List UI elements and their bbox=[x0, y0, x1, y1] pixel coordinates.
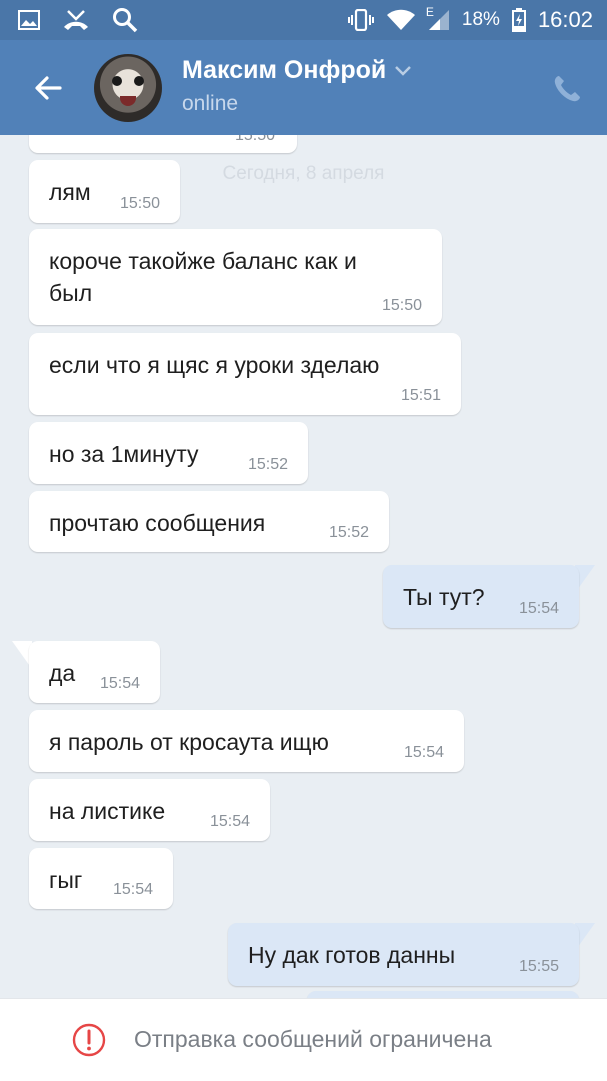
network-type-label: E bbox=[425, 5, 434, 19]
message-text: но за 1минуту bbox=[49, 441, 199, 467]
message-text: прочтаю сообщения bbox=[49, 510, 266, 536]
image-icon bbox=[18, 10, 40, 30]
battery-icon bbox=[511, 8, 526, 32]
message-list[interactable]: Сегодня, 8 апреля 15:50 лям 15:50 короче… bbox=[0, 135, 607, 998]
message-time: 15:52 bbox=[328, 524, 369, 541]
message-text: я пароль от кросаута ищю bbox=[49, 729, 329, 755]
message-bubble[interactable]: если что я щяс я уроки зделаю 15:51 bbox=[29, 333, 461, 415]
message-bubble-outgoing-partial[interactable] bbox=[307, 991, 579, 998]
search-icon bbox=[113, 8, 138, 33]
message-time: 15:50 bbox=[119, 195, 160, 212]
message-text: Ты тут? bbox=[403, 584, 485, 610]
chat-header: Максим Онфрой online bbox=[0, 40, 607, 135]
phone-icon[interactable] bbox=[552, 74, 582, 104]
message-text: на листике bbox=[49, 798, 166, 824]
vibrate-icon bbox=[347, 9, 374, 31]
message-bubble[interactable]: гыг 15:54 bbox=[29, 848, 173, 909]
message-time: 15:54 bbox=[99, 675, 140, 692]
back-arrow-icon[interactable] bbox=[30, 70, 66, 106]
contact-name[interactable]: Максим Онфрой bbox=[182, 56, 412, 85]
avatar[interactable] bbox=[94, 54, 162, 122]
wifi-icon bbox=[386, 9, 415, 30]
message-text: лям bbox=[49, 179, 91, 205]
message-time: 15:50 bbox=[234, 135, 275, 144]
message-time: 15:54 bbox=[518, 600, 559, 617]
message-bubble-outgoing[interactable]: Ты тут? 15:54 bbox=[383, 565, 579, 628]
status-bar: E 18% 16:02 bbox=[0, 0, 607, 40]
missed-call-icon bbox=[64, 10, 88, 30]
message-text: короче такойже баланс как и был bbox=[49, 248, 357, 306]
clock: 16:02 bbox=[537, 7, 593, 32]
message-time: 15:54 bbox=[209, 813, 250, 830]
message-bubble-partial[interactable]: 15:50 bbox=[29, 135, 297, 153]
message-bubble[interactable]: на листике 15:54 bbox=[29, 779, 270, 841]
battery-percent: 18% bbox=[461, 9, 500, 30]
message-time: 15:51 bbox=[400, 387, 441, 404]
restriction-notice: Отправка сообщений ограничена bbox=[134, 1026, 492, 1052]
warning-icon bbox=[72, 1023, 106, 1057]
message-time: 15:54 bbox=[112, 881, 153, 898]
contact-name-label: Максим Онфрой bbox=[182, 56, 387, 84]
message-text: если что я щяс я уроки зделаю bbox=[49, 352, 380, 378]
message-text: Ну дак готов данны bbox=[248, 942, 456, 968]
message-time: 15:55 bbox=[518, 958, 559, 975]
message-bubble[interactable]: короче такойже баланс как и был 15:50 bbox=[29, 229, 442, 325]
message-bubble[interactable]: прочтаю сообщения 15:52 bbox=[29, 491, 389, 552]
message-bubble[interactable]: я пароль от кросаута ищю 15:54 bbox=[29, 710, 464, 772]
message-bubble[interactable]: но за 1минуту 15:52 bbox=[29, 422, 308, 484]
message-time: 15:54 bbox=[403, 744, 444, 761]
chevron-down-icon bbox=[395, 65, 412, 76]
online-status: online bbox=[182, 92, 239, 115]
input-bar: Отправка сообщений ограничена bbox=[0, 998, 607, 1081]
message-bubble[interactable]: лям 15:50 bbox=[29, 160, 180, 223]
message-bubble[interactable]: да 15:54 bbox=[29, 641, 160, 703]
message-text: да bbox=[49, 660, 76, 686]
message-time: 15:50 bbox=[381, 297, 422, 314]
message-time: 15:52 bbox=[247, 456, 288, 473]
message-bubble-outgoing[interactable]: Ну дак готов данны 15:55 bbox=[228, 923, 579, 986]
message-text: гыг bbox=[49, 867, 83, 893]
